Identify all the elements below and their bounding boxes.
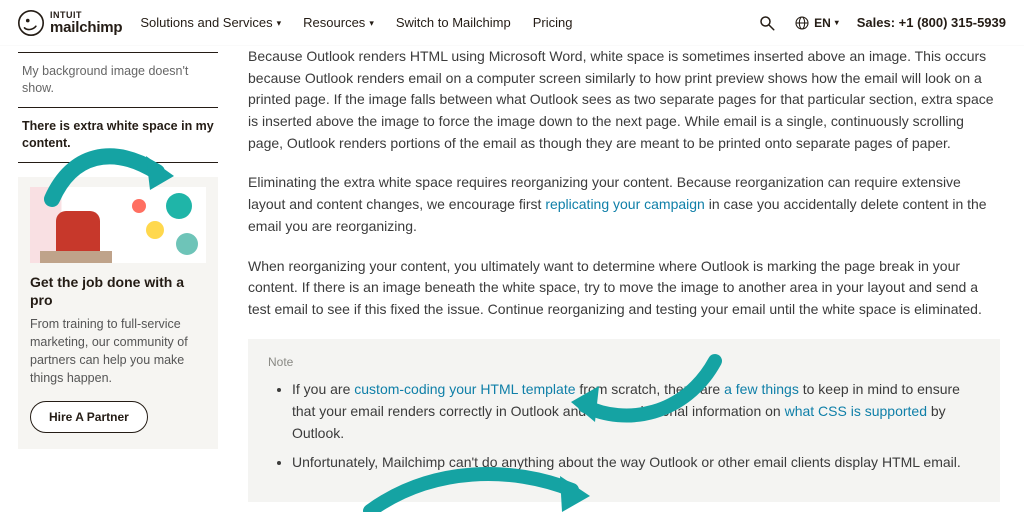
header: INTUIT mailchimp Solutions and Services …: [0, 0, 1024, 46]
article-p1: Because Outlook renders HTML using Micro…: [248, 46, 1000, 154]
brand-logo[interactable]: INTUIT mailchimp: [18, 10, 122, 36]
promo-illustration: [30, 187, 206, 263]
note-li-2: Unfortunately, Mailchimp can't do anythi…: [292, 452, 980, 474]
article-p2: Eliminating the extra white space requir…: [248, 172, 1000, 237]
promo-card: Get the job done with a pro From trainin…: [18, 177, 218, 450]
article-body: Because Outlook renders HTML using Micro…: [218, 46, 1006, 502]
globe-icon: [794, 15, 810, 31]
search-icon[interactable]: [758, 14, 776, 32]
replicate-campaign-link[interactable]: replicating your campaign: [545, 196, 705, 212]
sidebar-item-bg-image[interactable]: My background image doesn't show.: [18, 52, 218, 107]
nav-solutions[interactable]: Solutions and Services ▾: [140, 15, 281, 30]
promo-title: Get the job done with a pro: [30, 273, 206, 309]
nav-pricing[interactable]: Pricing: [533, 15, 573, 30]
few-things-link[interactable]: a few things: [724, 381, 799, 397]
article-p3: When reorganizing your content, you ulti…: [248, 256, 1000, 321]
chevron-down-icon: ▾: [835, 18, 839, 27]
chevron-down-icon: ▾: [277, 18, 282, 29]
note-label: Note: [268, 353, 980, 372]
hire-partner-button[interactable]: Hire A Partner: [30, 401, 148, 433]
css-supported-link[interactable]: what CSS is supported: [785, 403, 927, 419]
note-li-1: If you are custom-coding your HTML templ…: [292, 379, 980, 444]
promo-body: From training to full-service marketing,…: [30, 315, 206, 388]
nav-resources[interactable]: Resources ▾: [303, 15, 374, 30]
mailchimp-logo-icon: [18, 10, 44, 36]
note-box: Note If you are custom-coding your HTML …: [248, 339, 1000, 502]
main-nav: Solutions and Services ▾ Resources ▾ Swi…: [140, 15, 572, 30]
brand-bottom: mailchimp: [50, 20, 122, 35]
chevron-down-icon: ▾: [369, 18, 374, 29]
sidebar-item-white-space[interactable]: There is extra white space in my content…: [18, 107, 218, 162]
language-selector[interactable]: EN ▾: [794, 15, 839, 31]
sales-phone[interactable]: Sales: +1 (800) 315-5939: [857, 15, 1006, 30]
custom-html-link[interactable]: custom-coding your HTML template: [354, 381, 575, 397]
sidebar: My background image doesn't show. There …: [18, 46, 218, 502]
nav-switch[interactable]: Switch to Mailchimp: [396, 15, 511, 30]
